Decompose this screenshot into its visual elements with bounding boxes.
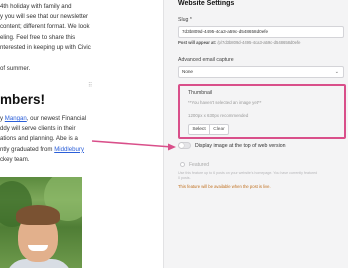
editor-paragraph[interactable]: 4th holiday with family and y you will s… <box>0 2 91 53</box>
featured-warning: This feature will be available when the … <box>178 184 271 189</box>
text-line: content; different format. We look <box>0 23 90 31</box>
post-editor[interactable]: 4th holiday with family and y you will s… <box>0 0 163 268</box>
text-line: of summer. <box>0 65 31 72</box>
slug-label: Slug * <box>178 17 192 23</box>
panel-title: Website Settings <box>178 0 235 7</box>
featured-description: Use this feature up to 6 posts on your w… <box>178 171 318 180</box>
text-line: eling. Feel free to share this <box>0 33 76 41</box>
slug-hint: Post will appear at: /p/7d3b809d-4495-4c… <box>178 40 301 45</box>
text-line: ckey team. <box>0 155 30 163</box>
clear-image-button[interactable]: Clear <box>209 124 229 135</box>
featured-checkbox[interactable] <box>180 162 185 167</box>
featured-label: Featured <box>189 162 210 168</box>
thumbnail-title: Thumbnail <box>188 90 213 96</box>
editor-heading[interactable]: mbers! <box>0 92 45 107</box>
thumbnail-section: Thumbnail **You haven't selected an imag… <box>178 84 346 139</box>
toggle-knob <box>179 143 184 148</box>
post-url: /p/7d3b809d-4495-4ca3-a59c-d548658d0efe <box>217 40 301 45</box>
display-image-label: Display image at the top of web version <box>195 143 286 149</box>
text-line: nterested in keeping up with Civic <box>0 43 91 51</box>
editor-paragraph[interactable]: y Mangan, our newest Financial ddy will … <box>0 114 86 165</box>
display-image-toggle[interactable] <box>178 142 191 149</box>
email-capture-value: None <box>182 69 193 74</box>
text-line: ntly graduated from Middlebury <box>0 145 85 153</box>
thumbnail-size-hint: 1200px x 630px recommended <box>188 113 249 118</box>
text-line: ddy will serve clients in their <box>0 125 76 133</box>
staff-photo[interactable] <box>0 177 82 268</box>
text-line: ations and planning. Abe is a <box>0 135 78 143</box>
person-link[interactable]: Mangan <box>5 115 27 122</box>
select-image-button[interactable]: Select <box>188 124 210 135</box>
text-line: y Mangan, our newest Financial <box>0 115 87 122</box>
email-capture-label: Advanced email capture <box>178 57 234 63</box>
thumbnail-empty-text: **You haven't selected an image yet** <box>188 100 262 105</box>
text-line: y you will see that our newsletter <box>0 13 89 21</box>
chevron-down-icon: ⌄ <box>334 69 339 75</box>
text-line: 4th holiday with family and <box>0 3 72 10</box>
college-link[interactable]: Middlebury <box>54 146 84 153</box>
drag-handle-icon[interactable]: ⠿ <box>88 82 92 89</box>
slug-input[interactable]: 7d3b809d-4495-4ca3-a59c-d548658d0efe <box>178 26 344 38</box>
website-settings-panel: Website Settings Slug * 7d3b809d-4495-4c… <box>163 0 348 268</box>
email-capture-select[interactable]: None ⌄ <box>178 66 344 78</box>
editor-paragraph[interactable]: of summer. <box>0 64 30 74</box>
